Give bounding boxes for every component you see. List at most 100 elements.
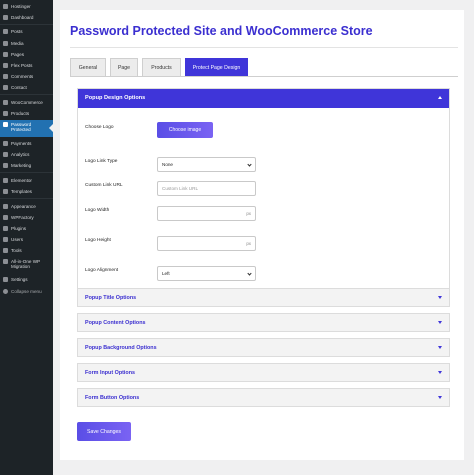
custom-link-url-label: Custom Link URL xyxy=(85,183,123,188)
custom-link-url-placeholder: Custom Link URL xyxy=(162,186,198,191)
settings-icon xyxy=(3,277,8,282)
tab-page[interactable]: Page xyxy=(110,58,138,76)
logo-width-label: Logo Width xyxy=(85,208,110,213)
choose-image-button[interactable]: Choose image xyxy=(157,122,213,138)
sidebar-item-dashboard[interactable]: Dashboard xyxy=(0,12,53,23)
sidebar-item-media[interactable]: Media xyxy=(0,38,53,49)
sidebar-item-analytics[interactable]: Analytics xyxy=(0,149,53,160)
factory-icon xyxy=(3,215,8,220)
logo-alignment-value: Left xyxy=(162,271,170,276)
sidebar-item-products[interactable]: Products xyxy=(0,108,53,119)
accordion-label: Popup Background Options xyxy=(85,345,157,351)
title-divider xyxy=(70,47,458,48)
accordion-form-input-options[interactable]: Form Input Options xyxy=(77,363,450,382)
pin-icon xyxy=(3,29,8,34)
accordion-label: Form Input Options xyxy=(85,370,136,376)
sidebar-item-elementor[interactable]: Elementor xyxy=(0,175,53,186)
box-icon xyxy=(3,111,8,116)
logo-height-label: Logo Height xyxy=(85,238,111,243)
sidebar-item-tools[interactable]: Tools xyxy=(0,245,53,256)
migration-icon xyxy=(3,259,8,264)
sidebar-item-label: All-in-One WP Migration xyxy=(11,259,40,269)
chevron-down-icon xyxy=(247,271,252,276)
page-title: Password Protected Site and WooCommerce … xyxy=(70,24,373,38)
choose-logo-label: Choose Logo xyxy=(85,125,114,130)
sidebar-item-woocommerce[interactable]: WooCommerce xyxy=(0,97,53,108)
sidebar-item-appearance[interactable]: Appearance xyxy=(0,201,53,212)
sidebar-item-plugins[interactable]: Plugins xyxy=(0,223,53,234)
sidebar-separator xyxy=(0,24,53,25)
sidebar-item-posts[interactable]: Posts xyxy=(0,26,53,37)
sidebar-separator xyxy=(0,94,53,95)
sidebar-label-line2: Migration xyxy=(11,264,30,269)
sidebar-item-flex-posts[interactable]: Flex Posts xyxy=(0,60,53,71)
logo-alignment-select[interactable]: Left xyxy=(157,266,256,281)
caret-down-icon xyxy=(438,296,442,299)
woo-icon xyxy=(3,100,8,105)
brush-icon xyxy=(3,204,8,209)
mail-icon xyxy=(3,85,8,90)
accordion-form-button-options[interactable]: Form Button Options xyxy=(77,388,450,407)
admin-sidebar: Hostinger Dashboard Posts Media Pages Fl… xyxy=(0,0,53,475)
sidebar-collapse-menu[interactable]: Collapse menu xyxy=(0,286,53,297)
caret-down-icon xyxy=(438,346,442,349)
logo-height-input[interactable]: px xyxy=(157,236,256,251)
logo-link-type-label: Logo Link Type xyxy=(85,159,118,164)
tab-products[interactable]: Products xyxy=(142,58,181,76)
sidebar-item-contact[interactable]: Contact xyxy=(0,82,53,93)
sidebar-item-marketing[interactable]: Marketing xyxy=(0,160,53,171)
flex-icon xyxy=(3,63,8,68)
sidebar-item-label: Password Protected xyxy=(11,122,31,132)
accordion-popup-content-options[interactable]: Popup Content Options xyxy=(77,313,450,332)
accordion-label: Form Button Options xyxy=(85,395,140,401)
caret-down-icon xyxy=(438,321,442,324)
sidebar-item-hostinger[interactable]: Hostinger xyxy=(0,1,53,12)
chart-icon xyxy=(3,152,8,157)
custom-link-url-input[interactable]: Custom Link URL xyxy=(157,181,256,196)
tabs-divider xyxy=(70,76,458,77)
chevron-down-icon xyxy=(247,162,252,167)
sidebar-item-pages[interactable]: Pages xyxy=(0,49,53,60)
user-icon xyxy=(3,237,8,242)
sidebar-item-templates[interactable]: Templates xyxy=(0,186,53,197)
accordion-label: Popup Content Options xyxy=(85,320,146,326)
popup-design-header[interactable]: Popup Design Options xyxy=(78,89,449,108)
hostinger-icon xyxy=(3,4,8,9)
lock-icon xyxy=(3,122,8,127)
collapse-icon xyxy=(3,289,8,294)
sidebar-item-all-in-one-migration[interactable]: All-in-One WP Migration xyxy=(0,257,53,273)
settings-card: Password Protected Site and WooCommerce … xyxy=(60,10,464,460)
logo-link-type-select[interactable]: None xyxy=(157,157,256,172)
tab-general[interactable]: General xyxy=(70,58,106,76)
comment-icon xyxy=(3,74,8,79)
logo-alignment-label: Logo Alignment xyxy=(85,268,119,273)
sidebar-separator xyxy=(0,172,53,173)
logo-link-type-value: None xyxy=(162,162,173,167)
caret-down-icon xyxy=(438,371,442,374)
logo-width-input[interactable]: px xyxy=(157,206,256,221)
plug-icon xyxy=(3,226,8,231)
caret-up-icon xyxy=(438,96,442,99)
accordion-label: Popup Title Options xyxy=(85,295,137,301)
sidebar-item-password-protected[interactable]: Password Protected xyxy=(0,120,53,137)
dashboard-icon xyxy=(3,15,8,20)
sidebar-item-payments[interactable]: Payments xyxy=(0,138,53,149)
media-icon xyxy=(3,41,8,46)
elementor-icon xyxy=(3,178,8,183)
save-changes-button[interactable]: Save Changes xyxy=(77,422,131,441)
accordion-popup-background-options[interactable]: Popup Background Options xyxy=(77,338,450,357)
card-icon xyxy=(3,141,8,146)
sidebar-item-wpfactory[interactable]: WPFactory xyxy=(0,212,53,223)
sidebar-separator xyxy=(0,198,53,199)
logo-height-unit: px xyxy=(246,241,251,246)
wrench-icon xyxy=(3,248,8,253)
sidebar-item-comments[interactable]: Comments xyxy=(0,71,53,82)
current-page-arrow xyxy=(49,124,53,132)
accordion-popup-title-options[interactable]: Popup Title Options xyxy=(77,288,450,307)
page-icon xyxy=(3,52,8,57)
sidebar-label-line2: Protected xyxy=(11,127,31,132)
tab-protect-page-design[interactable]: Protect Page Design xyxy=(185,58,248,76)
logo-width-unit: px xyxy=(246,211,251,216)
sidebar-item-users[interactable]: Users xyxy=(0,234,53,245)
sidebar-item-settings[interactable]: Settings xyxy=(0,274,53,285)
